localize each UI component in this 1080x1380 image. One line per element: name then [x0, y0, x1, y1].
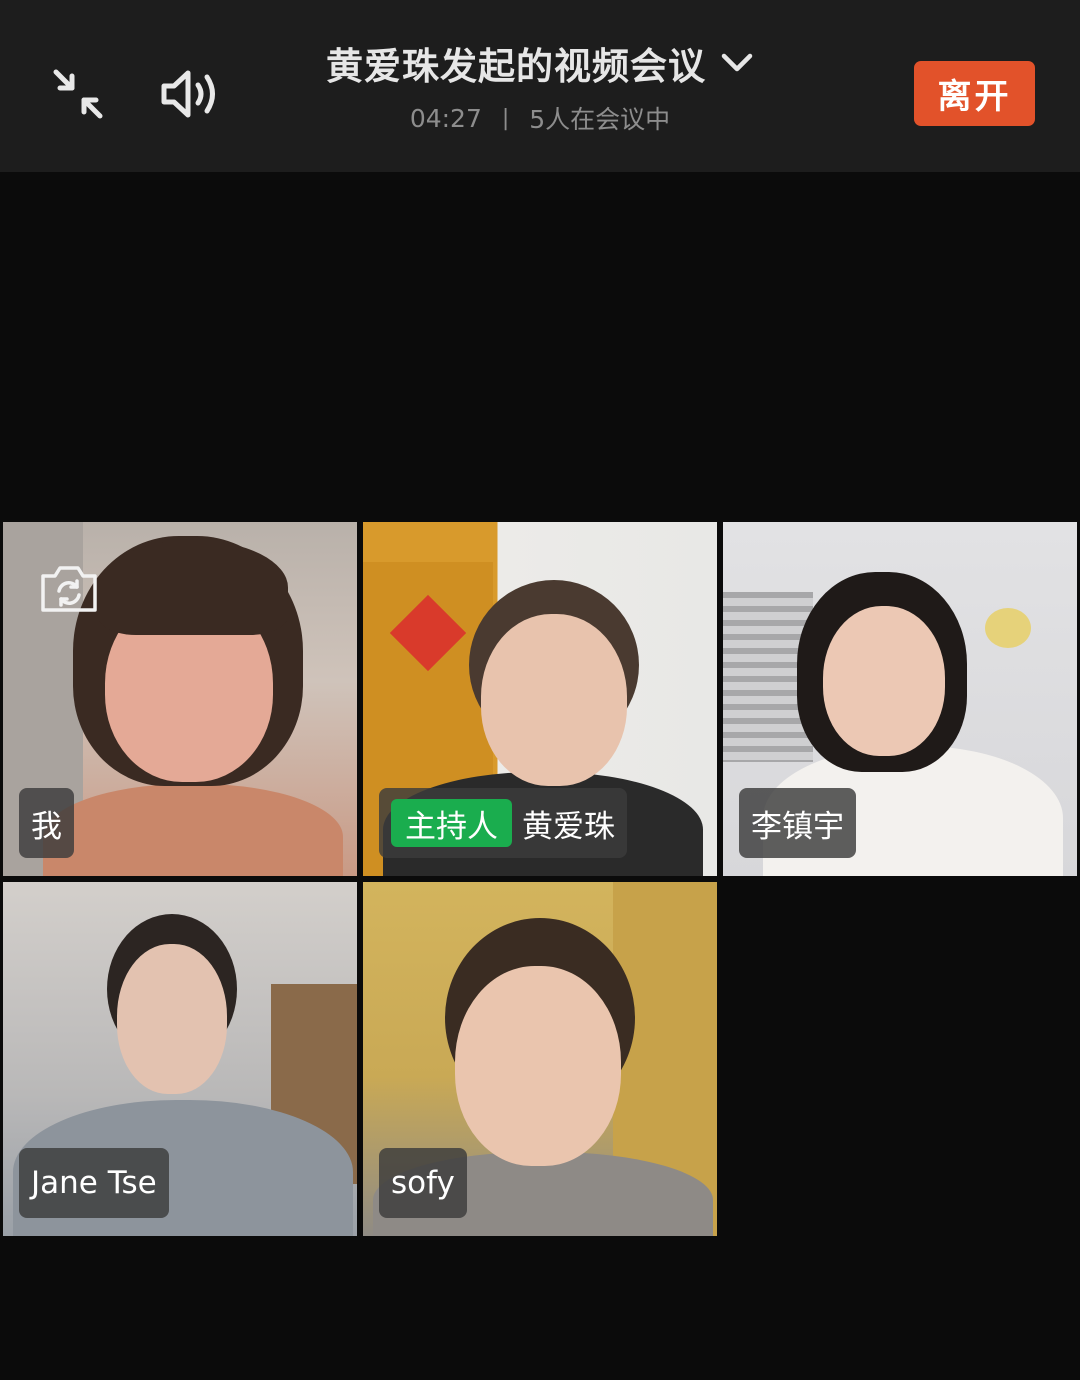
video-tile-participant[interactable]: 李镇宇: [723, 522, 1077, 876]
participant-name: 我: [31, 808, 62, 845]
switch-camera-icon[interactable]: [37, 562, 101, 616]
video-meeting-screen: 黄爱珠发起的视频会议 04:27 | 5人在会议中 离开 我 主持人 黄爱珠 李…: [0, 0, 1080, 1380]
video-tile-self[interactable]: 我: [3, 522, 357, 876]
participant-count: 5人在会议中: [529, 105, 671, 134]
status-separator: |: [501, 105, 510, 131]
leave-button[interactable]: 离开: [914, 61, 1035, 126]
participant-name: 黄爱珠: [522, 808, 615, 845]
participant-name-tag: 李镇宇: [739, 788, 856, 858]
chevron-down-icon[interactable]: [720, 52, 754, 74]
participant-name-tag: 我: [19, 788, 74, 858]
video-tile-participant[interactable]: sofy: [363, 882, 717, 1236]
participant-name-tag: Jane Tse: [19, 1148, 169, 1218]
participant-name: 李镇宇: [751, 808, 844, 845]
participant-name: Jane Tse: [31, 1165, 157, 1201]
host-badge: 主持人: [391, 799, 512, 847]
meeting-title[interactable]: 黄爱珠发起的视频会议: [326, 36, 706, 90]
participant-name: sofy: [391, 1165, 455, 1201]
video-tile-host[interactable]: 主持人 黄爱珠: [363, 522, 717, 876]
participant-name-tag: 主持人 黄爱珠: [379, 788, 627, 858]
meeting-header: 黄爱珠发起的视频会议 04:27 | 5人在会议中 离开: [0, 0, 1080, 172]
meeting-duration: 04:27: [409, 103, 482, 133]
video-tile-participant[interactable]: Jane Tse: [3, 882, 357, 1236]
wall-decoration: [985, 608, 1031, 648]
participant-name-tag: sofy: [379, 1148, 467, 1218]
